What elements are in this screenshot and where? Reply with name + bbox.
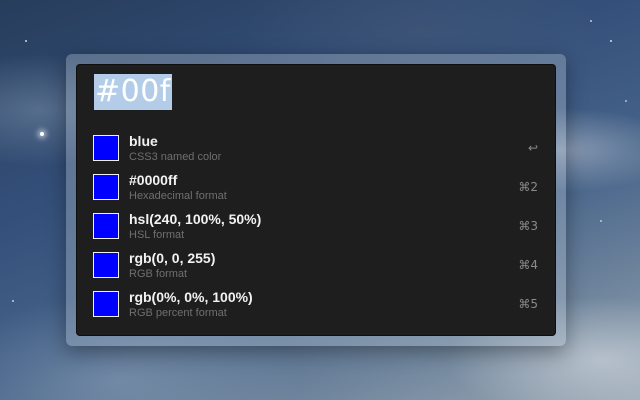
color-swatch-icon [93, 213, 119, 239]
result-title: blue [129, 133, 158, 149]
result-subtitle: Hexadecimal format [129, 190, 227, 202]
results-list: blue CSS3 named color ↩ #0000ff Hexadeci… [76, 130, 556, 325]
result-subtitle: HSL format [129, 229, 185, 241]
star-decoration [25, 40, 27, 42]
result-item[interactable]: rgb(0, 0, 255) RGB format ⌘4 [76, 247, 556, 286]
color-swatch-icon [93, 291, 119, 317]
result-subtitle: RGB format [129, 268, 188, 280]
result-shortcut: ⌘2 [518, 180, 538, 194]
star-decoration [600, 220, 602, 222]
result-shortcut: ⌘3 [518, 219, 538, 233]
result-shortcut: ⌘4 [518, 258, 538, 272]
star-decoration [12, 300, 14, 302]
result-subtitle: RGB percent format [129, 307, 227, 319]
result-item[interactable]: rgb(0%, 0%, 100%) RGB percent format ⌘5 [76, 286, 556, 325]
star-decoration [610, 40, 612, 42]
result-subtitle: CSS3 named color [129, 151, 222, 163]
color-swatch-icon [93, 135, 119, 161]
search-bar[interactable]: #00f [94, 74, 172, 110]
result-title: rgb(0%, 0%, 100%) [129, 289, 253, 305]
search-input[interactable]: #00f [94, 74, 172, 110]
launcher-content: #00f blue CSS3 named color ↩ #0000ff Hex… [76, 64, 556, 336]
result-title: rgb(0, 0, 255) [129, 250, 216, 266]
star-decoration [625, 100, 627, 102]
star-decoration [590, 20, 592, 22]
color-swatch-icon [93, 174, 119, 200]
result-item[interactable]: #0000ff Hexadecimal format ⌘2 [76, 169, 556, 208]
result-title: hsl(240, 100%, 50%) [129, 211, 262, 227]
result-item[interactable]: hsl(240, 100%, 50%) HSL format ⌘3 [76, 208, 556, 247]
result-item[interactable]: blue CSS3 named color ↩ [76, 130, 556, 169]
color-swatch-icon [93, 252, 119, 278]
result-shortcut: ↩ [527, 141, 538, 155]
result-title: #0000ff [129, 172, 178, 188]
result-shortcut: ⌘5 [518, 297, 538, 311]
star-decoration [40, 132, 44, 136]
